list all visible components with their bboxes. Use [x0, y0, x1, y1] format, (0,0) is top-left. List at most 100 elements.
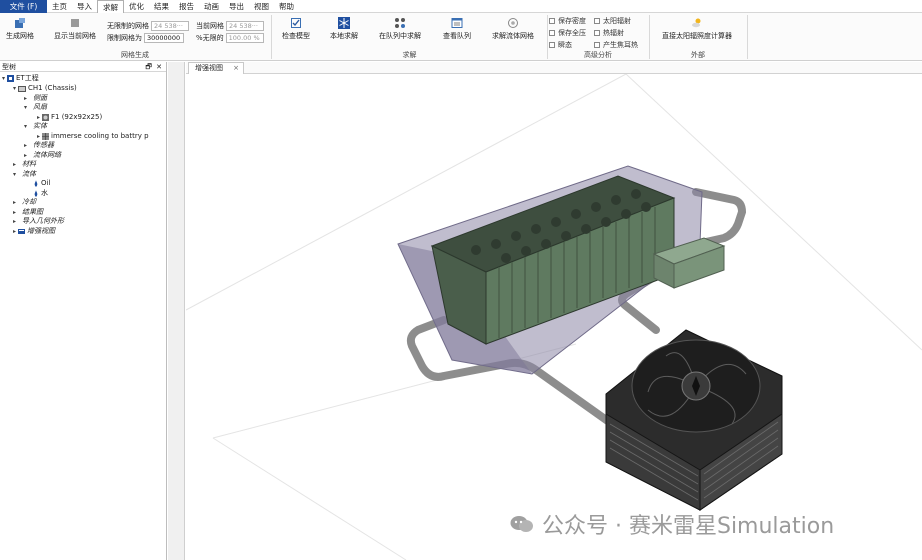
close-icon[interactable]: × [233, 63, 239, 74]
view-queue-button[interactable]: 查看队列 [438, 16, 476, 41]
solar-calc-label: 直接太阳辐照度计算器 [662, 32, 732, 40]
tree-node-result-plots[interactable]: ▸ 结果图 [11, 208, 43, 218]
panel-title: 型树 [2, 63, 16, 71]
sun-cloud-icon [692, 18, 701, 28]
expand-toggle[interactable]: ▸ [11, 160, 18, 170]
expand-toggle[interactable]: ▸ [35, 132, 42, 142]
tree-node-oil[interactable]: Oil [33, 179, 50, 189]
tree-node-label: Oil [41, 179, 51, 187]
menu-report[interactable]: 报告 [174, 0, 199, 13]
checkbox-box [594, 42, 600, 48]
tree-node-cooling[interactable]: ▸ 冷却 [11, 198, 36, 208]
menu-home[interactable]: 主页 [47, 0, 72, 13]
tab-enhanced-view[interactable]: 增强视图 × [188, 62, 244, 74]
solar-calc-button[interactable]: 直接太阳辐照度计算器 [655, 16, 739, 41]
solar-radiation-checkbox[interactable]: 太阳辐射 [594, 16, 631, 26]
ribbon-separator [747, 15, 748, 59]
coolant-pipe-upper [692, 188, 747, 246]
tree-node-project[interactable]: ▾ ET工程 [0, 74, 39, 84]
thermal-radiation-checkbox[interactable]: 热辐射 [594, 28, 624, 38]
generate-mesh-button[interactable]: 生成网格 [2, 16, 38, 41]
expand-toggle[interactable]: ▾ [22, 122, 29, 132]
3d-scene[interactable] [186, 74, 922, 560]
menu-view[interactable]: 视图 [249, 0, 274, 13]
tree-node-water[interactable]: 水 [33, 189, 48, 199]
tree-node-label: immerse cooling to battry p [51, 131, 149, 140]
panel-splitter[interactable] [168, 62, 185, 560]
unlimited-mesh-row: 无限制的网格 24 538··· [107, 21, 189, 31]
queue-solve-button[interactable]: 在队列中求解 [374, 16, 426, 41]
solve-fluid-mesh-button[interactable]: 求解流体网格 [486, 16, 540, 41]
expand-toggle[interactable]: ▾ [11, 84, 18, 94]
drop-icon [34, 189, 38, 197]
expand-toggle[interactable]: ▸ [22, 151, 29, 161]
advanced-group-label: 高级分析 [584, 51, 612, 59]
expand-toggle[interactable]: ▸ [22, 141, 29, 151]
menu-animation[interactable]: 动画 [199, 0, 224, 13]
menu-file[interactable]: 文件 (F) [0, 0, 47, 13]
check-model-icon [291, 18, 301, 28]
tree-node-label: 导入几何外形 [22, 217, 64, 225]
menu-export[interactable]: 导出 [224, 0, 249, 13]
solar-radiation-label: 太阳辐射 [603, 17, 631, 25]
solve-fluid-mesh-label: 求解流体网格 [492, 32, 534, 40]
tree-node-immerse-solid[interactable]: ▸ immerse cooling to battry p [35, 132, 149, 142]
menu-optimize[interactable]: 优化 [124, 0, 149, 13]
tree-node-enhanced-view[interactable]: ▸ 增强视图 [11, 227, 55, 237]
panel-controls[interactable]: 🗗 ✕ [145, 62, 166, 71]
tree-node-label: 材料 [22, 160, 36, 168]
fluid-mesh-icon [508, 18, 518, 28]
tree-node-imported-geometry[interactable]: ▸ 导入几何外形 [11, 217, 64, 227]
tree-node-chassis[interactable]: ▾ CH1 (Chassis) [11, 84, 77, 94]
tree-node-label: 流体 [22, 169, 36, 178]
keep-full-pressure-checkbox[interactable]: 保存全压 [549, 28, 586, 38]
expand-toggle[interactable]: ▸ [11, 227, 18, 237]
expand-toggle[interactable]: ▾ [11, 170, 18, 180]
menu-solve[interactable]: 求解 [97, 0, 124, 13]
tree-node-label: 风扇 [33, 103, 47, 111]
expand-toggle[interactable]: ▾ [22, 103, 29, 113]
tree-node-fluids[interactable]: ▾ 流体 [11, 170, 36, 180]
tree-node-solids[interactable]: ▾ 实体 [22, 122, 47, 132]
menu-help[interactable]: 帮助 [274, 0, 299, 13]
expand-toggle[interactable]: ▾ [0, 74, 7, 84]
panel-header: 型树 🗗 ✕ [0, 62, 166, 72]
limit-mesh-input[interactable]: 30000000 [144, 33, 184, 43]
tab-label: 增强视图 [195, 64, 223, 72]
tree-node-materials[interactable]: ▸ 材料 [11, 160, 36, 170]
expand-toggle[interactable]: ▸ [11, 198, 18, 208]
tree-node-fans[interactable]: ▾ 风扇 [22, 103, 47, 113]
expand-toggle[interactable]: ▸ [11, 217, 18, 227]
expand-toggle[interactable]: ▸ [35, 113, 42, 123]
limit-mesh-label: 限制网格为 [107, 34, 142, 42]
menu-results[interactable]: 结果 [149, 0, 174, 13]
tree-node-sides[interactable]: ▸ 侧面 [22, 94, 47, 104]
unlimited-mesh-field: 24 538··· [151, 21, 189, 31]
check-model-button[interactable]: 检查模型 [278, 16, 314, 41]
joule-heat-checkbox[interactable]: 产生焦耳热 [594, 40, 638, 50]
tree-node-label: 冷却 [22, 198, 36, 206]
keep-full-pressure-label: 保存全压 [558, 29, 586, 37]
joule-heat-label: 产生焦耳热 [603, 41, 638, 49]
chassis-icon [18, 85, 26, 92]
expand-toggle[interactable]: ▸ [11, 208, 18, 218]
solve-group-label: 求解 [402, 51, 417, 59]
local-solve-button[interactable]: 本地求解 [326, 16, 362, 41]
tree-node-label: 侧面 [33, 93, 47, 102]
log-checkbox[interactable]: 瞬态 [549, 40, 572, 50]
keep-density-checkbox[interactable]: 保存密度 [549, 16, 586, 26]
view-queue-icon [451, 18, 463, 28]
tree-node-label: 结果图 [22, 207, 43, 216]
watermark-text: 公众号 · 赛米雷星Simulation [542, 514, 835, 539]
viewport: 增强视图 × [186, 62, 922, 560]
tree-node-sensors[interactable]: ▸ 传感器 [22, 141, 54, 151]
fan-icon [42, 113, 49, 121]
tree-node-fan-f1[interactable]: ▸ F1 (92x92x25) [35, 113, 102, 123]
menu-import[interactable]: 导入 [72, 0, 97, 13]
tree-node-fluid-network[interactable]: ▸ 流体网络 [22, 151, 61, 161]
view-queue-label: 查看队列 [443, 32, 471, 40]
queue-solve-label: 在队列中求解 [379, 32, 421, 40]
project-icon [7, 75, 14, 83]
expand-toggle[interactable]: ▸ [22, 94, 29, 104]
show-current-mesh-button[interactable]: 显示当前网格 [48, 16, 102, 41]
